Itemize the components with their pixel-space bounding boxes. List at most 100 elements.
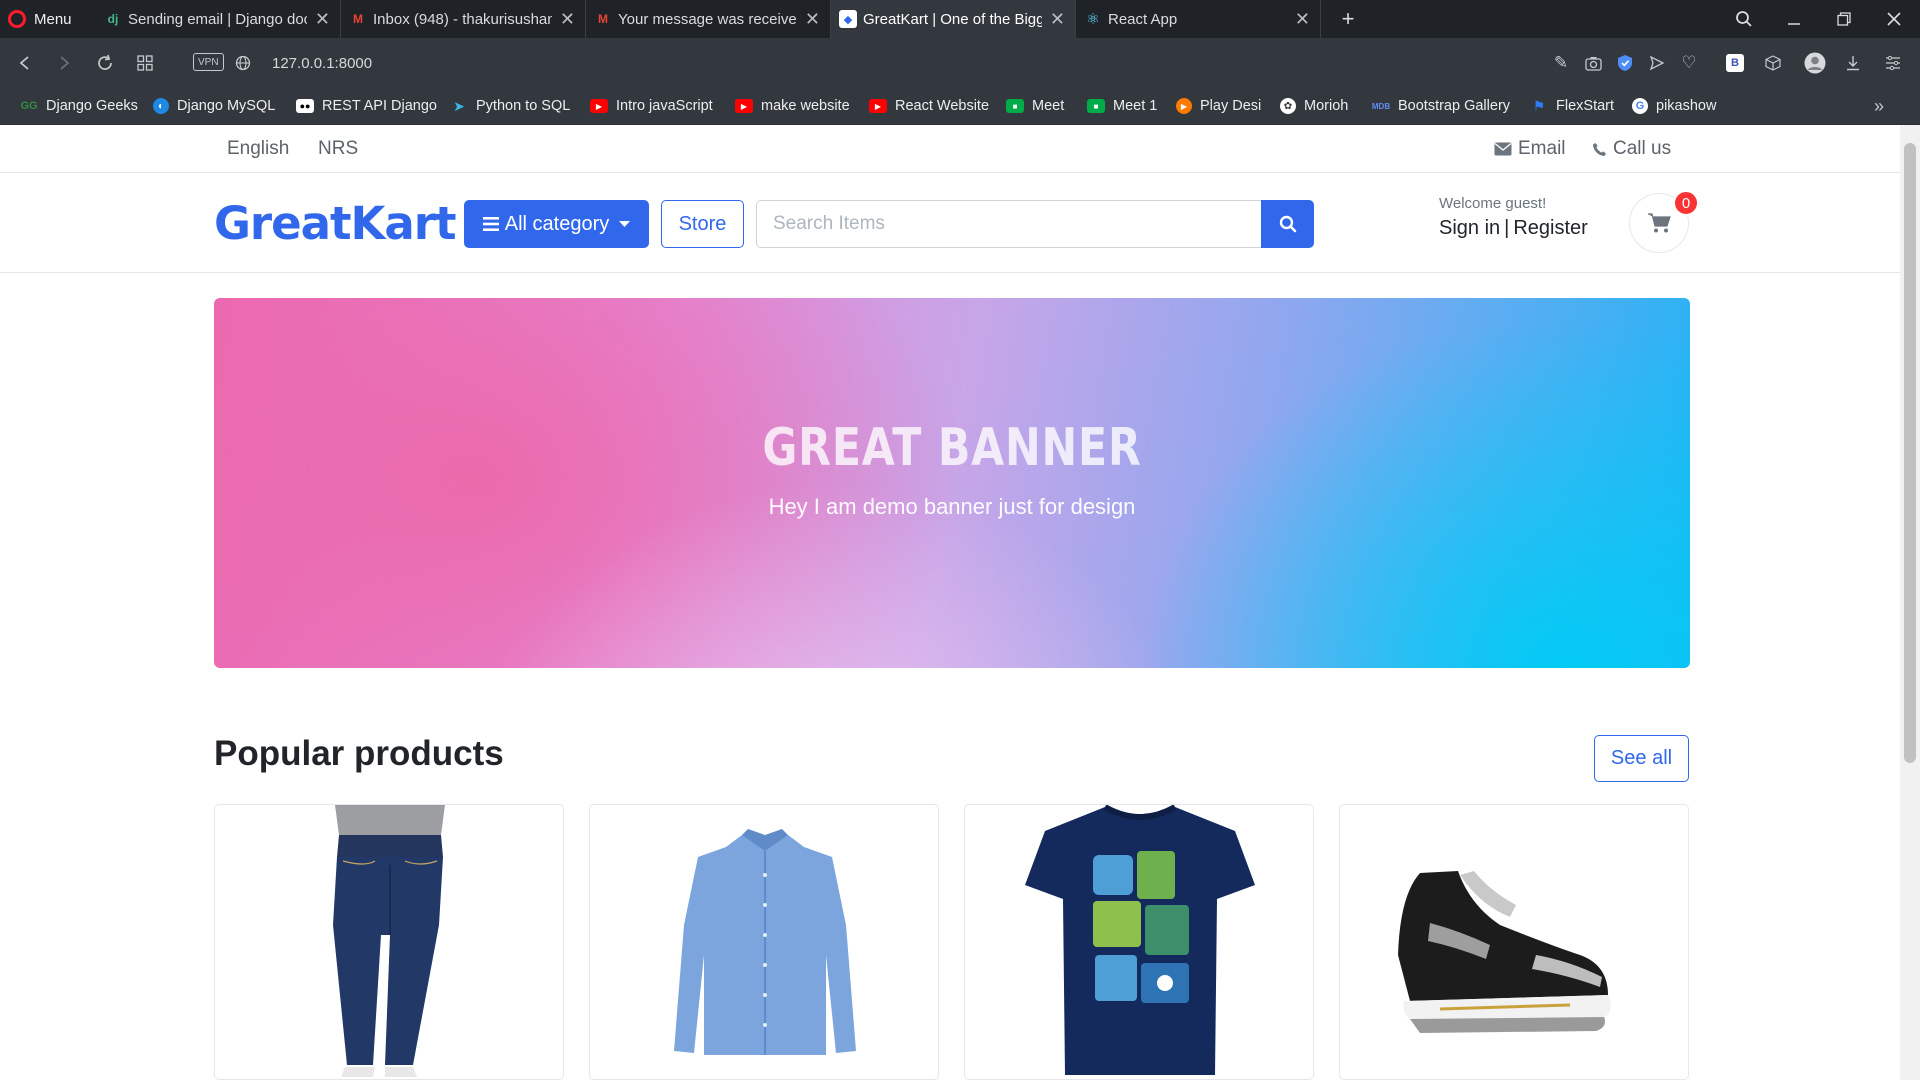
bookmark-python-to-sql[interactable]: ➤ Python to SQL bbox=[450, 88, 570, 124]
bookmark-meet[interactable]: ■ Meet bbox=[1006, 88, 1064, 124]
bookmark-bootstrap-gallery[interactable]: MDB Bootstrap Gallery bbox=[1372, 88, 1510, 124]
bookmarks-overflow-icon[interactable]: » bbox=[1874, 88, 1884, 124]
bookmark-django-mysql[interactable]: ◐ Django MySQL bbox=[153, 88, 275, 124]
sign-in-link[interactable]: Sign in bbox=[1439, 217, 1500, 240]
call-us-link[interactable]: Call us bbox=[1592, 125, 1671, 173]
forward-icon[interactable] bbox=[49, 38, 79, 88]
close-icon[interactable]: ✕ bbox=[805, 9, 820, 30]
auth-separator: | bbox=[1504, 217, 1510, 239]
tabs-grid-icon[interactable] bbox=[130, 38, 160, 88]
bookmark-label: Bootstrap Gallery bbox=[1398, 98, 1511, 114]
tab-title: GreatKart | One of the Bigg bbox=[863, 10, 1042, 28]
download-icon[interactable] bbox=[1838, 38, 1868, 88]
language-selector[interactable]: English bbox=[227, 125, 289, 173]
bookmark-play-desi[interactable]: ▶ Play Desi bbox=[1176, 88, 1261, 124]
tab-react-app[interactable]: ⚛ React App ✕ bbox=[1076, 0, 1321, 38]
shopping-cart-icon bbox=[1648, 213, 1671, 233]
close-icon[interactable]: ✕ bbox=[315, 9, 330, 30]
heart-icon[interactable]: ♡ bbox=[1674, 38, 1704, 88]
snapshot-edit-icon[interactable]: ✎ bbox=[1546, 38, 1576, 88]
vpn-badge[interactable]: VPN bbox=[193, 53, 224, 71]
extensions-cube-icon[interactable] bbox=[1758, 38, 1788, 88]
adblock-shield-icon[interactable] bbox=[1610, 38, 1640, 88]
tab-title: Sending email | Django doc bbox=[128, 10, 307, 28]
back-icon[interactable] bbox=[10, 38, 40, 88]
tab-title: Inbox (948) - thakurisushan bbox=[373, 10, 552, 28]
morioh-icon: ✿ bbox=[1280, 98, 1296, 114]
blue-shirt-image bbox=[674, 829, 856, 1055]
bookmark-rest-api-django[interactable]: ●● REST API Django bbox=[296, 88, 437, 124]
bookmark-make-website[interactable]: ▶ make website bbox=[735, 88, 850, 124]
product-card-tshirt[interactable] bbox=[964, 804, 1314, 1080]
bookmark-intro-javascript[interactable]: ▶ Intro javaScript bbox=[590, 88, 713, 124]
bookmark-django-geeks[interactable]: GG Django Geeks bbox=[20, 88, 138, 124]
scrollbar-thumb[interactable] bbox=[1904, 143, 1916, 763]
register-link[interactable]: Register bbox=[1513, 217, 1587, 240]
search-button[interactable] bbox=[1261, 200, 1314, 248]
product-card-jeans[interactable] bbox=[214, 804, 564, 1080]
bookmark-morioh[interactable]: ✿ Morioh bbox=[1280, 88, 1348, 124]
tab-gmail-inbox[interactable]: M Inbox (948) - thakurisushan ✕ bbox=[341, 0, 586, 38]
camera-icon[interactable] bbox=[1578, 38, 1608, 88]
search-icon bbox=[1279, 215, 1296, 233]
welcome-text: Welcome guest! bbox=[1439, 195, 1547, 212]
opera-menu-button[interactable]: Menu bbox=[8, 0, 72, 38]
store-button[interactable]: Store bbox=[661, 200, 744, 248]
restore-icon[interactable] bbox=[1824, 0, 1864, 38]
all-category-button[interactable]: All category bbox=[464, 200, 649, 248]
minimize-icon[interactable] bbox=[1774, 0, 1814, 38]
hero-banner[interactable]: GREAT BANNER Hey I am demo banner just f… bbox=[214, 298, 1690, 668]
tab-greatkart[interactable]: ◆ GreatKart | One of the Bigg ✕ bbox=[831, 0, 1076, 38]
product-card-shirt[interactable] bbox=[589, 804, 939, 1080]
bookmark-label: Django Geeks bbox=[46, 98, 138, 114]
bookmark-pikashow[interactable]: Gpikashow bbox=[1632, 88, 1716, 124]
bookmark-meet-1[interactable]: ■ Meet 1 bbox=[1087, 88, 1157, 124]
caret-down-icon bbox=[619, 220, 631, 227]
hamburger-icon bbox=[482, 217, 499, 231]
greatkart-favicon-icon: ◆ bbox=[839, 10, 857, 28]
url-field[interactable]: 127.0.0.1:8000 bbox=[272, 38, 372, 88]
send-icon[interactable] bbox=[1642, 38, 1672, 88]
close-icon[interactable]: ✕ bbox=[1295, 9, 1310, 30]
bookmark-flexstart[interactable]: ⚑ FlexStart bbox=[1530, 88, 1614, 124]
bird-icon: ➤ bbox=[453, 97, 465, 114]
site-header: GreatKart All category Store Welcome gue… bbox=[0, 173, 1900, 273]
gfg-icon: GG bbox=[20, 100, 38, 112]
bookmark-label: FlexStart bbox=[1556, 98, 1615, 114]
banner-subtitle: Hey I am demo banner just for design bbox=[768, 494, 1136, 519]
page-scrollbar[interactable] bbox=[1900, 125, 1920, 1080]
globe-icon bbox=[228, 38, 258, 88]
close-icon[interactable]: ✕ bbox=[560, 9, 575, 30]
new-tab-button[interactable]: + bbox=[1336, 0, 1360, 38]
bookmark-label: React Website bbox=[895, 98, 990, 114]
category-button-label: All category bbox=[504, 212, 610, 235]
search-input[interactable] bbox=[756, 200, 1261, 248]
bookmark-react-website[interactable]: ▶ React Website bbox=[869, 88, 989, 124]
easy-setup-icon[interactable] bbox=[1878, 38, 1908, 88]
popular-products-title: Popular products bbox=[214, 734, 504, 773]
greatkart-logo[interactable]: GreatKart bbox=[214, 197, 456, 250]
meet-icon: ■ bbox=[1006, 99, 1024, 113]
profile-avatar-icon[interactable] bbox=[1800, 38, 1830, 88]
close-window-icon[interactable] bbox=[1874, 0, 1914, 38]
bookmark-label: Morioh bbox=[1304, 98, 1349, 114]
banner-title: GREAT BANNER bbox=[762, 418, 1142, 478]
menu-label: Menu bbox=[34, 10, 72, 28]
reload-icon[interactable] bbox=[90, 38, 120, 88]
tab-gmail-message[interactable]: M Your message was received ✕ bbox=[586, 0, 831, 38]
tab-title: React App bbox=[1108, 10, 1178, 28]
close-icon[interactable]: ✕ bbox=[1050, 9, 1065, 30]
flexstart-icon: ⚑ bbox=[1532, 97, 1546, 114]
product-card-sneaker[interactable] bbox=[1339, 804, 1689, 1080]
tab-django-email[interactable]: dj Sending email | Django doc ✕ bbox=[96, 0, 341, 38]
django-icon: ◐ bbox=[153, 98, 169, 114]
bookmark-label: Django MySQL bbox=[177, 98, 276, 114]
currency-selector[interactable]: NRS bbox=[318, 125, 358, 173]
email-link[interactable]: Email bbox=[1494, 125, 1566, 173]
bootstrap-extension-icon[interactable]: B bbox=[1720, 38, 1750, 88]
search-tabs-icon[interactable] bbox=[1724, 0, 1764, 38]
see-all-button[interactable]: See all bbox=[1594, 735, 1689, 782]
meet-icon: ■ bbox=[1087, 99, 1105, 113]
bookmark-label: Python to SQL bbox=[476, 98, 571, 114]
email-label: Email bbox=[1518, 138, 1566, 159]
